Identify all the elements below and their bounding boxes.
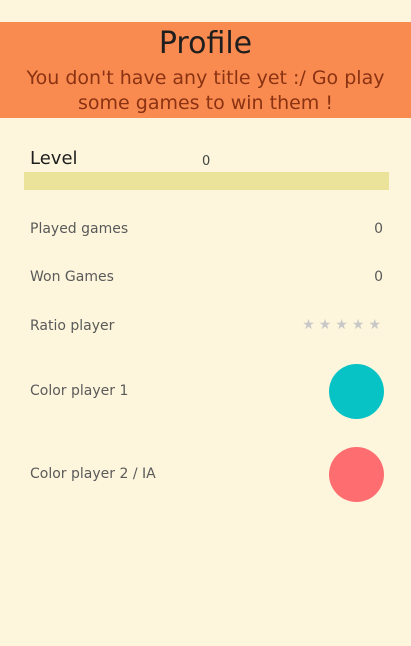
color-player-2-label: Color player 2 / IA [30, 466, 156, 482]
star-icon: ★ [318, 317, 332, 333]
color-player-1-label: Color player 1 [30, 383, 129, 399]
star-icon: ★ [335, 317, 348, 333]
color-player-1-swatch[interactable] [329, 364, 384, 419]
status-bar-area [0, 0, 411, 22]
title-status-message: You don't have any title yet :/ Go play … [26, 67, 385, 114]
played-games-label: Played games [30, 221, 129, 237]
color-player-2-swatch[interactable] [329, 447, 384, 502]
level-value: 0 [202, 154, 211, 169]
won-games-value: 0 [374, 269, 383, 285]
star-icon: ★ [351, 317, 365, 333]
page-title: Profile [158, 26, 253, 61]
level-label: Level [30, 148, 78, 169]
level-progress-bar [24, 172, 389, 190]
star-icon: ★ [302, 317, 315, 333]
ratio-rating-stars: ★ ★ ★ ★ ★ [302, 316, 381, 334]
star-icon: ★ [368, 317, 381, 333]
won-games-label: Won Games [30, 269, 114, 285]
profile-header: Profile You don't have any title yet :/ … [0, 22, 411, 118]
ratio-player-label: Ratio player [30, 318, 115, 334]
played-games-value: 0 [374, 221, 383, 237]
profile-screen: Profile You don't have any title yet :/ … [0, 0, 411, 646]
